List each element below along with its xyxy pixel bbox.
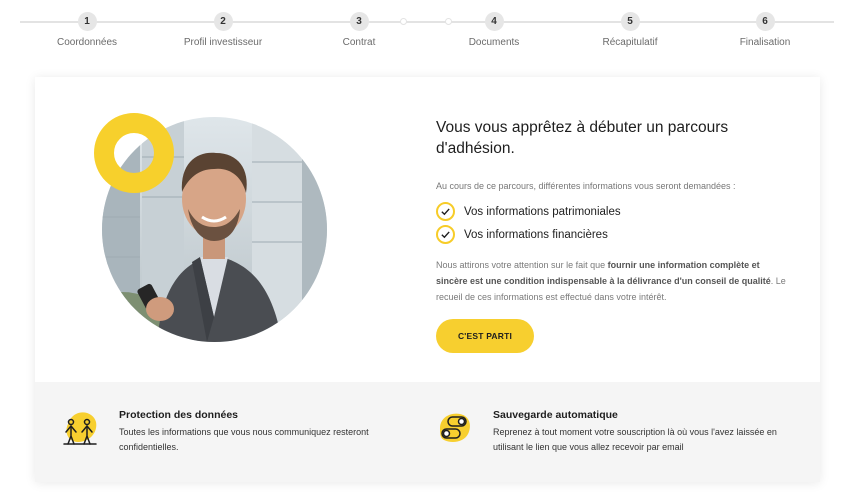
start-button[interactable]: C'EST PARTI — [436, 319, 534, 353]
feature-data-protection: Protection des données Toutes les inform… — [60, 408, 390, 455]
list-item-label: Vos informations financières — [464, 228, 608, 241]
step-number: 5 — [620, 12, 640, 31]
list-item: Vos informations patrimoniales — [436, 200, 786, 223]
decorative-ring — [94, 113, 174, 193]
feature-description: Reprenez à tout moment votre souscriptio… — [493, 427, 777, 452]
list-item-label: Vos informations patrimoniales — [464, 205, 621, 218]
required-info-list: Vos informations patrimoniales Vos infor… — [436, 200, 786, 246]
people-shield-icon — [60, 408, 100, 448]
step-label: Profil investisseur — [183, 37, 263, 48]
step-label: Documents — [468, 37, 520, 48]
check-icon — [436, 202, 455, 221]
disclaimer-text-start: Nous attirons votre attention sur le fai… — [436, 260, 608, 270]
step-number: 6 — [755, 12, 775, 31]
step-number: 2 — [213, 12, 233, 31]
step-number: 1 — [77, 12, 97, 31]
sync-toggle-icon — [434, 408, 474, 448]
step-profil-investisseur[interactable]: 2 Profil investisseur — [163, 12, 283, 48]
list-item: Vos informations financières — [436, 223, 786, 246]
page-title: Vous vous apprêtez à débuter un parcours… — [436, 119, 729, 157]
feature-text: Sauvegarde automatique Reprenez à tout m… — [493, 408, 793, 455]
hero-text: Vous vous apprêtez à débuter un parcours… — [436, 117, 786, 353]
feature-autosave: Sauvegarde automatique Reprenez à tout m… — [434, 408, 804, 455]
step-label: Finalisation — [739, 37, 791, 48]
step-label: Contrat — [342, 37, 376, 48]
check-icon — [436, 225, 455, 244]
hero-section: Vous vous apprêtez à débuter un parcours… — [35, 77, 820, 382]
onboarding-card: Vous vous apprêtez à débuter un parcours… — [35, 77, 820, 482]
disclaimer-text: Nous attirons votre attention sur le fai… — [436, 257, 786, 305]
step-finalisation[interactable]: 6 Finalisation — [705, 12, 825, 48]
checklist-intro: Au cours de ce parcours, différentes inf… — [436, 181, 736, 191]
features-band: Protection des données Toutes les inform… — [35, 382, 820, 482]
feature-title: Sauvegarde automatique — [493, 409, 618, 421]
step-number: 4 — [484, 12, 504, 31]
step-recapitulatif[interactable]: 5 Récapitulatif — [570, 12, 690, 48]
step-label: Récapitulatif — [602, 37, 658, 48]
feature-text: Protection des données Toutes les inform… — [119, 408, 394, 455]
progress-stepper: 1 Coordonnées 2 Profil investisseur 3 Co… — [0, 0, 850, 60]
feature-title: Protection des données — [119, 409, 239, 421]
step-coordonnees[interactable]: 1 Coordonnées — [27, 12, 147, 48]
step-label: Coordonnées — [56, 37, 118, 48]
step-documents[interactable]: 4 Documents — [434, 12, 554, 48]
step-contrat[interactable]: 3 Contrat — [299, 12, 419, 48]
step-number: 3 — [349, 12, 369, 31]
feature-description: Toutes les informations que vous nous co… — [119, 427, 369, 452]
